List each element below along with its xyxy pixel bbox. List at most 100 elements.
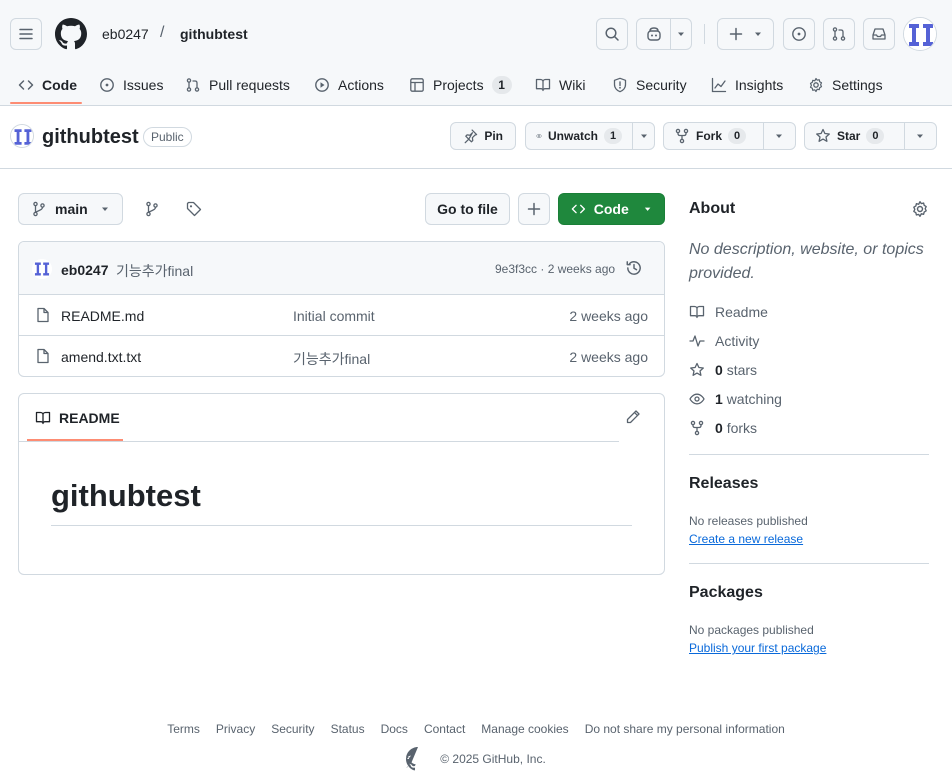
- tags-link[interactable]: [178, 193, 210, 225]
- forks-count: 0: [715, 420, 723, 436]
- watch-counter: 1: [604, 128, 622, 144]
- footer-link[interactable]: Contact: [424, 722, 465, 736]
- footer-link[interactable]: Privacy: [216, 722, 255, 736]
- sidebar-divider: [689, 563, 929, 564]
- pin-label: Pin: [484, 129, 503, 143]
- tab-settings[interactable]: Settings: [808, 64, 883, 106]
- star-button-group: Star 0: [804, 122, 937, 150]
- user-avatar[interactable]: [903, 17, 937, 51]
- github-logo-icon[interactable]: [406, 747, 430, 771]
- tab-projects-label: Projects: [433, 77, 484, 93]
- tab-code[interactable]: Code: [18, 64, 77, 106]
- shield-icon: [613, 77, 627, 93]
- owner-avatar[interactable]: [10, 124, 34, 148]
- tab-wiki-label: Wiki: [559, 77, 586, 93]
- readme-tab[interactable]: README: [35, 410, 120, 426]
- tab-insights-label: Insights: [735, 77, 784, 93]
- commit-message[interactable]: 기능추가final: [116, 261, 193, 281]
- stars-link[interactable]: 0 stars: [689, 360, 757, 380]
- footer-link[interactable]: Security: [271, 722, 314, 736]
- breadcrumb-owner[interactable]: eb0247: [102, 26, 149, 42]
- plus-icon: [527, 202, 541, 216]
- visibility-badge: Public: [143, 127, 192, 147]
- add-file-button[interactable]: [518, 193, 550, 225]
- fork-button[interactable]: Fork 0: [664, 123, 763, 149]
- branch-name: main: [55, 201, 88, 217]
- repo-name[interactable]: githubtest: [42, 126, 139, 149]
- publish-package-link[interactable]: Publish your first package: [689, 641, 826, 655]
- issue-icon: [792, 27, 806, 41]
- pin-button[interactable]: Pin: [450, 122, 516, 150]
- releases-title[interactable]: Releases: [689, 475, 758, 493]
- global-header: eb0247 / githubtest Code Issues Pull req…: [0, 0, 952, 106]
- branch-selector[interactable]: main: [18, 193, 123, 225]
- gear-icon: [809, 77, 823, 93]
- fork-dropdown[interactable]: [763, 123, 794, 149]
- sidebar-divider: [689, 454, 929, 455]
- file-commit-message[interactable]: Initial commit: [293, 308, 375, 324]
- commit-author[interactable]: eb0247: [61, 262, 108, 278]
- tab-code-label: Code: [42, 77, 77, 93]
- tab-wiki[interactable]: Wiki: [535, 64, 585, 106]
- forks-link[interactable]: 0 forks: [689, 418, 757, 438]
- file-row[interactable]: README.md Initial commit 2 weeks ago: [19, 295, 664, 336]
- pin-icon: [464, 129, 478, 144]
- copilot-dropdown[interactable]: [671, 19, 691, 49]
- header-divider: [704, 24, 705, 44]
- file-name[interactable]: README.md: [61, 308, 144, 324]
- watchers-link[interactable]: 1 watching: [689, 389, 782, 409]
- commit-author-avatar[interactable]: [32, 259, 52, 279]
- tab-security[interactable]: Security: [612, 64, 687, 106]
- star-button[interactable]: Star 0: [805, 123, 904, 149]
- tab-settings-label: Settings: [832, 77, 883, 93]
- notifications-button[interactable]: [863, 18, 895, 50]
- file-commit-age: 2 weeks ago: [569, 349, 648, 365]
- code-button[interactable]: Code: [558, 193, 665, 225]
- github-logo-icon[interactable]: [55, 18, 87, 50]
- search-button[interactable]: [596, 18, 628, 50]
- create-new-button[interactable]: [717, 18, 774, 50]
- tag-icon: [186, 201, 202, 217]
- code-icon: [18, 80, 34, 90]
- file-name[interactable]: amend.txt.txt: [61, 349, 141, 365]
- footer-link[interactable]: Manage cookies: [481, 722, 568, 736]
- create-release-link[interactable]: Create a new release: [689, 532, 803, 546]
- footer-copyright-row: © 2025 GitHub, Inc.: [0, 747, 952, 771]
- watch-dropdown[interactable]: [632, 123, 655, 149]
- tab-issues[interactable]: Issues: [99, 64, 163, 106]
- footer-link[interactable]: Status: [331, 722, 365, 736]
- copilot-button[interactable]: [637, 19, 671, 49]
- file-commit-message[interactable]: 기능추가final: [293, 349, 370, 369]
- watch-button-group: Unwatch 1: [525, 122, 655, 150]
- activity-link[interactable]: Activity: [689, 331, 759, 351]
- footer-link[interactable]: Docs: [381, 722, 408, 736]
- tab-projects[interactable]: Projects 1: [409, 64, 512, 106]
- packages-title[interactable]: Packages: [689, 584, 763, 602]
- footer-link[interactable]: Do not share my personal information: [585, 722, 785, 736]
- readme-link[interactable]: Readme: [689, 302, 768, 322]
- about-title: About: [689, 200, 736, 217]
- footer-links: Terms Privacy Security Status Docs Conta…: [0, 722, 952, 736]
- gear-icon[interactable]: [911, 200, 929, 218]
- commit-hash-and-time[interactable]: 9e3f3cc · 2 weeks ago: [495, 262, 615, 276]
- branches-link[interactable]: [136, 193, 168, 225]
- tab-pull-requests[interactable]: Pull requests: [185, 64, 290, 106]
- pull-request-icon: [832, 27, 846, 41]
- footer-link[interactable]: Terms: [167, 722, 200, 736]
- tab-insights[interactable]: Insights: [711, 64, 783, 106]
- star-dropdown[interactable]: [904, 123, 935, 149]
- unwatch-button[interactable]: Unwatch 1: [526, 123, 632, 149]
- menu-button[interactable]: [10, 18, 42, 50]
- file-row[interactable]: amend.txt.txt 기능추가final 2 weeks ago: [19, 336, 664, 376]
- pencil-icon[interactable]: [625, 409, 641, 425]
- your-pull-requests-button[interactable]: [823, 18, 855, 50]
- file-commit-age: 2 weeks ago: [569, 308, 648, 324]
- readme-heading: githubtest: [51, 478, 201, 513]
- tab-actions[interactable]: Actions: [314, 64, 384, 106]
- breadcrumb-repo[interactable]: githubtest: [180, 26, 248, 42]
- your-issues-button[interactable]: [783, 18, 815, 50]
- go-to-file-button[interactable]: Go to file: [425, 193, 510, 225]
- repo-title-row: githubtest Public Pin Unwatch 1 Fork 0 S…: [0, 106, 952, 169]
- about-description: No description, website, or topics provi…: [689, 241, 924, 282]
- history-icon[interactable]: [625, 259, 643, 277]
